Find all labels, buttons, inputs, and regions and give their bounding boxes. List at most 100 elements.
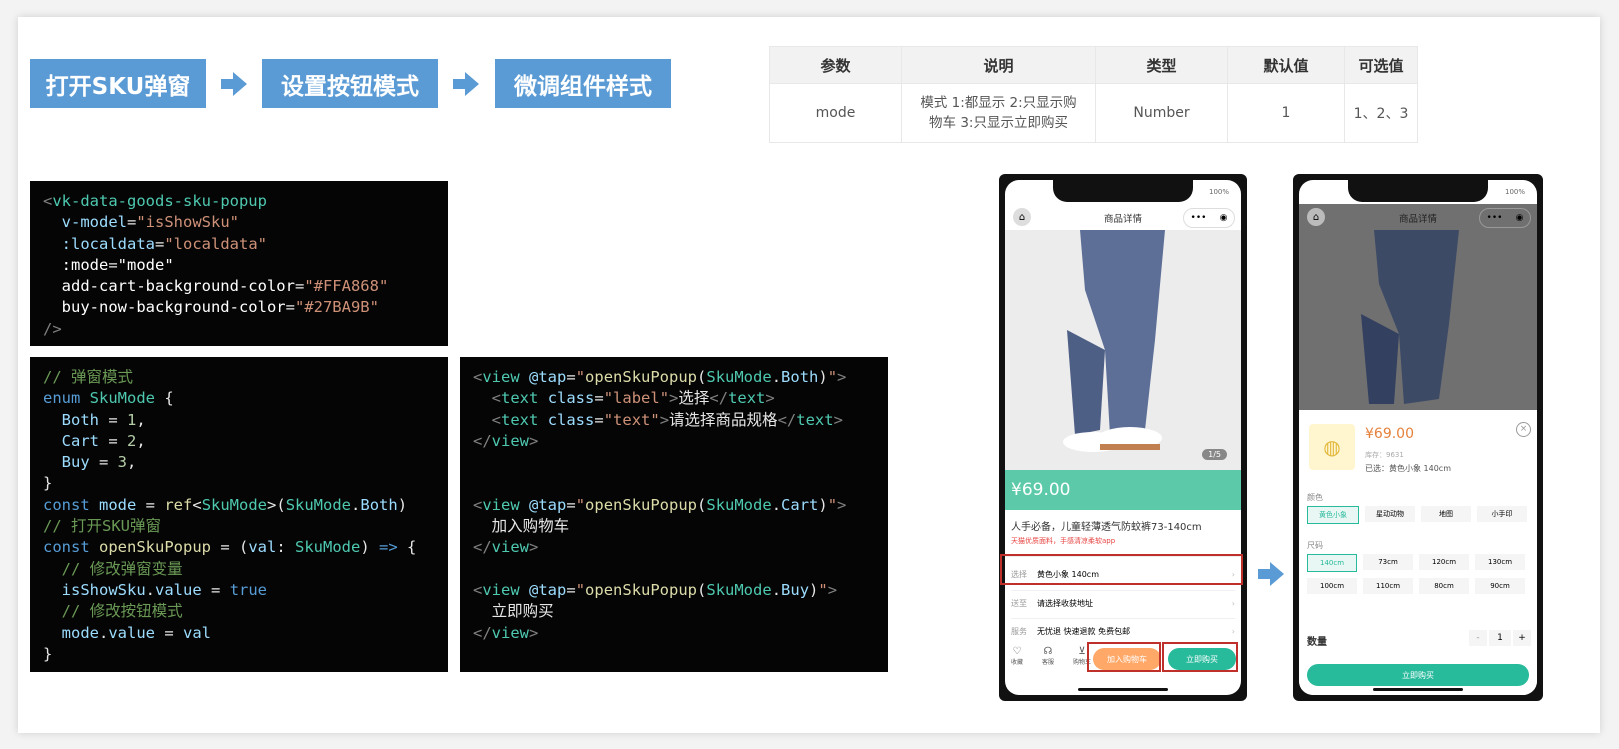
table-cell: 1: [1227, 83, 1345, 143]
code-block-component: <vk-data-goods-sku-popup v-model="isShow…: [30, 181, 448, 346]
code-line: add-cart-background-color="#FFA868": [43, 277, 389, 296]
battery-status: 100%: [1208, 188, 1229, 196]
code-line: </view>: [473, 431, 539, 450]
phone-mockup-detail: 100% ⌂ 商品详情 ••• ◉ 1/5 ¥69.00 人手必备，儿童轻薄透气防…: [999, 174, 1247, 701]
price: ¥69.00: [1011, 480, 1071, 500]
code-block-script: // 弹窗模式 enum SkuMode { Both = 1, Cart = 2…: [30, 357, 448, 672]
favorite-button[interactable]: ♡ 收藏: [1011, 646, 1023, 674]
price-bar: ¥69.00: [1005, 470, 1241, 510]
size-option[interactable]: 73cm: [1363, 554, 1413, 570]
highlight-select-row: [1000, 554, 1243, 585]
qty-input[interactable]: 1: [1489, 630, 1511, 646]
step-label: 打开SKU弹窗: [45, 73, 191, 100]
sku-thumbnail: ◍: [1309, 424, 1355, 470]
target-icon[interactable]: ◉: [1220, 213, 1228, 223]
table-cell: 模式 1:都显示 2:只显示购 物车 3:只显示立即购买: [901, 83, 1096, 143]
phone-notch: [1053, 180, 1193, 202]
table-cell: mode: [769, 83, 902, 143]
slide: 打开SKU弹窗 设置按钮模式 微调组件样式 <vk-data-goods-sku…: [18, 17, 1600, 733]
code-line: </view>: [473, 538, 539, 557]
size-option[interactable]: 80cm: [1419, 578, 1469, 594]
code-line: <vk-data-goods-sku-popup: [43, 192, 267, 210]
more-icon[interactable]: •••: [1487, 213, 1503, 223]
sku-price: ¥69.00: [1365, 426, 1414, 442]
table-header: 可选值: [1344, 46, 1418, 84]
code-line: }: [43, 644, 53, 663]
code-line: // 修改弹窗变量: [43, 559, 183, 578]
product-image[interactable]: 1/5: [1005, 230, 1241, 470]
pants-image-dimmed: [1299, 204, 1537, 410]
icon-label: 收藏: [1011, 659, 1024, 666]
heart-icon: ♡: [1012, 646, 1022, 657]
table-header: 类型: [1095, 46, 1228, 84]
highlight-cart-button: [1087, 642, 1161, 672]
color-label: 颜色: [1307, 493, 1323, 502]
code-line: const mode = ref<SkuMode>(SkuMode.Both): [43, 495, 408, 514]
sku-selected: 已选：黄色小象 140cm: [1365, 464, 1452, 473]
arrow-right-icon: [1258, 562, 1284, 586]
home-indicator: [1373, 688, 1463, 691]
code-line: />: [43, 319, 62, 338]
row-value: 无忧退 快速退款 免费包邮: [1037, 626, 1131, 636]
qty-plus-button[interactable]: +: [1513, 630, 1531, 646]
table-header: 说明: [901, 46, 1096, 84]
sku-stock: 库存：9631: [1365, 451, 1404, 459]
step-label: 微调组件样式: [514, 73, 652, 100]
color-option[interactable]: 星动动物: [1365, 506, 1415, 522]
code-line: <text class="text">请选择商品规格</text>: [491, 410, 843, 429]
pants-image: [1005, 230, 1241, 470]
code-line: const openSkuPopup = (val: SkuMode) => {: [43, 538, 417, 557]
phone-notch: [1348, 180, 1488, 202]
code-line: Buy = 3,: [61, 453, 137, 472]
size-option[interactable]: 130cm: [1475, 554, 1525, 570]
capsule-menu[interactable]: ••• ◉: [1479, 208, 1531, 228]
headset-icon: ☊: [1043, 646, 1053, 657]
table-header-row: 参数 说明 类型 默认值 可选值: [769, 46, 1418, 84]
qty-stepper: - 1 +: [1469, 630, 1531, 646]
step-adjust-style: 微调组件样式: [495, 59, 671, 108]
table-cell: 1、2、3: [1344, 83, 1418, 143]
code-line: <text class="label">选择</text>: [491, 389, 775, 408]
size-option[interactable]: 90cm: [1475, 578, 1525, 594]
code-line: <view @tap="openSkuPopup(SkuMode.Both)">: [473, 368, 847, 386]
capsule-menu[interactable]: ••• ◉: [1183, 208, 1235, 228]
step-open-sku-popup: 打开SKU弹窗: [30, 59, 206, 108]
code-line: buy-now-background-color="#27BA9B": [43, 298, 379, 317]
qty-label: 数量: [1307, 637, 1327, 648]
row-service[interactable]: 服务 无忧退 快速退款 免费包邮 ›: [1011, 618, 1235, 643]
color-option-selected[interactable]: 黄色小象: [1307, 506, 1359, 524]
code-line: Cart = 2,: [61, 431, 146, 450]
product-subtitle: 天猫优质面料，手感清凉柔软app: [1011, 537, 1116, 545]
color-option[interactable]: 小手印: [1477, 506, 1527, 522]
dim-overlay[interactable]: ⌂ 商品详情 ••• ◉: [1299, 204, 1537, 410]
size-label: 尺码: [1307, 541, 1323, 550]
service-button[interactable]: ☊ 客服: [1042, 646, 1054, 674]
code-line: 立即购买: [473, 602, 554, 621]
size-option[interactable]: 120cm: [1419, 554, 1469, 570]
size-option-selected[interactable]: 140cm: [1307, 554, 1357, 572]
code-line: enum SkuMode {: [43, 389, 174, 408]
code-line: v-model="isShowSku": [43, 213, 239, 232]
product-name: 人手必备，儿童轻薄透气防蚊裤73-140cm: [1011, 522, 1202, 533]
page-indicator: 1/5: [1202, 449, 1227, 460]
size-option[interactable]: 100cm: [1307, 578, 1357, 594]
code-line: <view @tap="openSkuPopup(SkuMode.Buy)">: [473, 580, 838, 599]
row-address[interactable]: 送至 请选择收获地址 ›: [1011, 590, 1235, 615]
buy-now-button[interactable]: 立即购买: [1307, 664, 1529, 686]
more-icon[interactable]: •••: [1191, 213, 1207, 223]
table-cell: Number: [1095, 83, 1228, 143]
target-icon[interactable]: ◉: [1516, 213, 1524, 223]
arrow-right-icon: [453, 72, 479, 96]
param-table: 参数 说明 类型 默认值 可选值 mode 模式 1:都显示 2:只显示购 物车 …: [769, 46, 1418, 143]
size-options: 140cm 73cm 120cm 130cm 100cm 110cm 80cm …: [1307, 554, 1529, 594]
qty-minus-button[interactable]: -: [1469, 630, 1487, 646]
color-option[interactable]: 地图: [1421, 506, 1471, 522]
step-label: 设置按钮模式: [281, 73, 419, 100]
code-line: </view>: [473, 623, 539, 642]
table-header: 参数: [769, 46, 902, 84]
chevron-right-icon: ›: [1231, 598, 1235, 608]
row-label: 服务: [1011, 626, 1027, 636]
close-icon[interactable]: ×: [1516, 422, 1531, 437]
size-option[interactable]: 110cm: [1363, 578, 1413, 594]
